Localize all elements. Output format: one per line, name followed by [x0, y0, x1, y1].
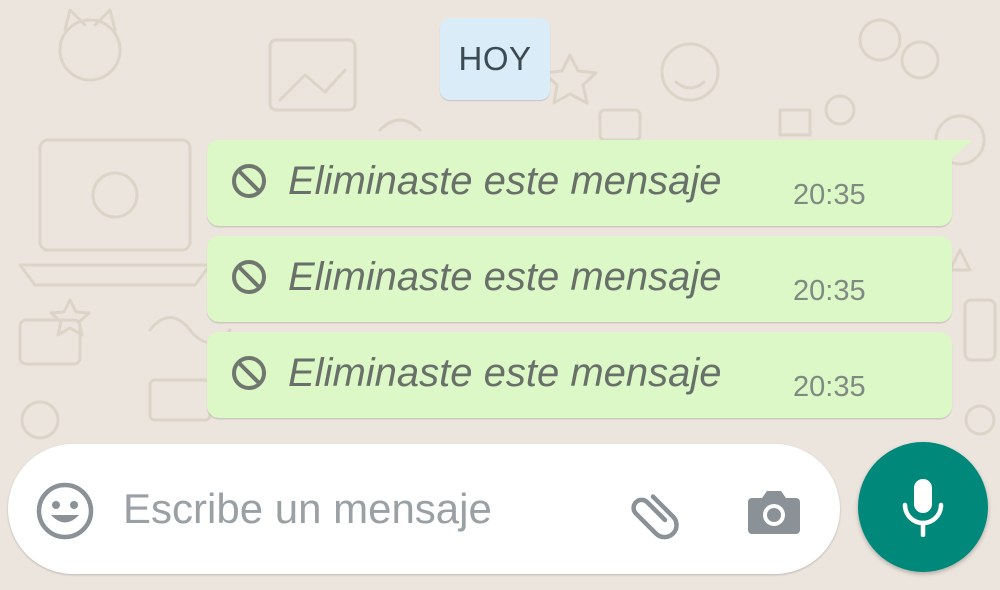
message-timestamp: 20:35: [793, 371, 866, 403]
message-timestamp: 20:35: [793, 275, 866, 307]
message-bubble[interactable]: Eliminaste este mensaje 20:35: [207, 236, 952, 322]
bubble-tail: [950, 140, 972, 160]
date-divider: HOY: [440, 18, 550, 100]
camera-icon[interactable]: [744, 480, 804, 540]
voice-record-button[interactable]: [858, 442, 988, 572]
deleted-message-text: Eliminaste este mensaje: [288, 159, 722, 203]
message-input[interactable]: [123, 474, 593, 544]
microphone-icon: [902, 479, 944, 537]
message-timestamp: 20:35: [793, 179, 866, 211]
message-bubble[interactable]: Eliminaste este mensaje 20:35: [207, 140, 972, 226]
prohibited-icon: [232, 260, 266, 294]
prohibited-icon: [232, 164, 266, 198]
message-composer: [8, 444, 840, 574]
deleted-message-text: Eliminaste este mensaje: [288, 255, 722, 299]
prohibited-icon: [232, 356, 266, 390]
message-bubble[interactable]: Eliminaste este mensaje 20:35: [207, 332, 952, 418]
deleted-message-text: Eliminaste este mensaje: [288, 351, 722, 395]
paperclip-icon[interactable]: [620, 482, 682, 544]
emoji-icon[interactable]: [34, 480, 96, 542]
